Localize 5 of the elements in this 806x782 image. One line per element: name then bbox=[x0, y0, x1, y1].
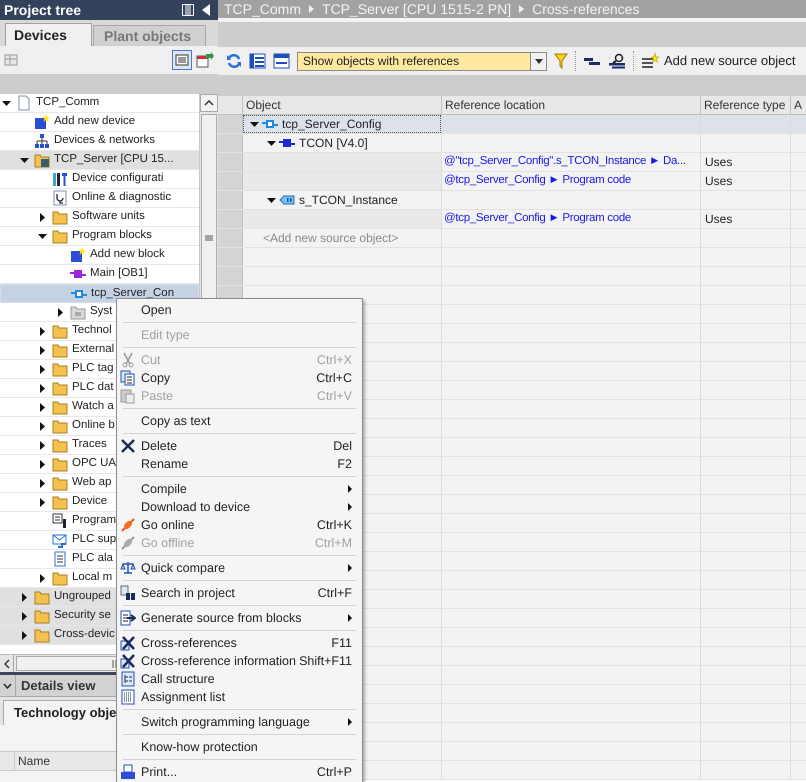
details-title: Details view bbox=[21, 676, 96, 695]
reference-type: Uses bbox=[704, 211, 732, 228]
reference-type: Uses bbox=[704, 154, 732, 171]
reference-type: Uses bbox=[704, 173, 732, 190]
panel-title: Project tree bbox=[4, 0, 82, 20]
